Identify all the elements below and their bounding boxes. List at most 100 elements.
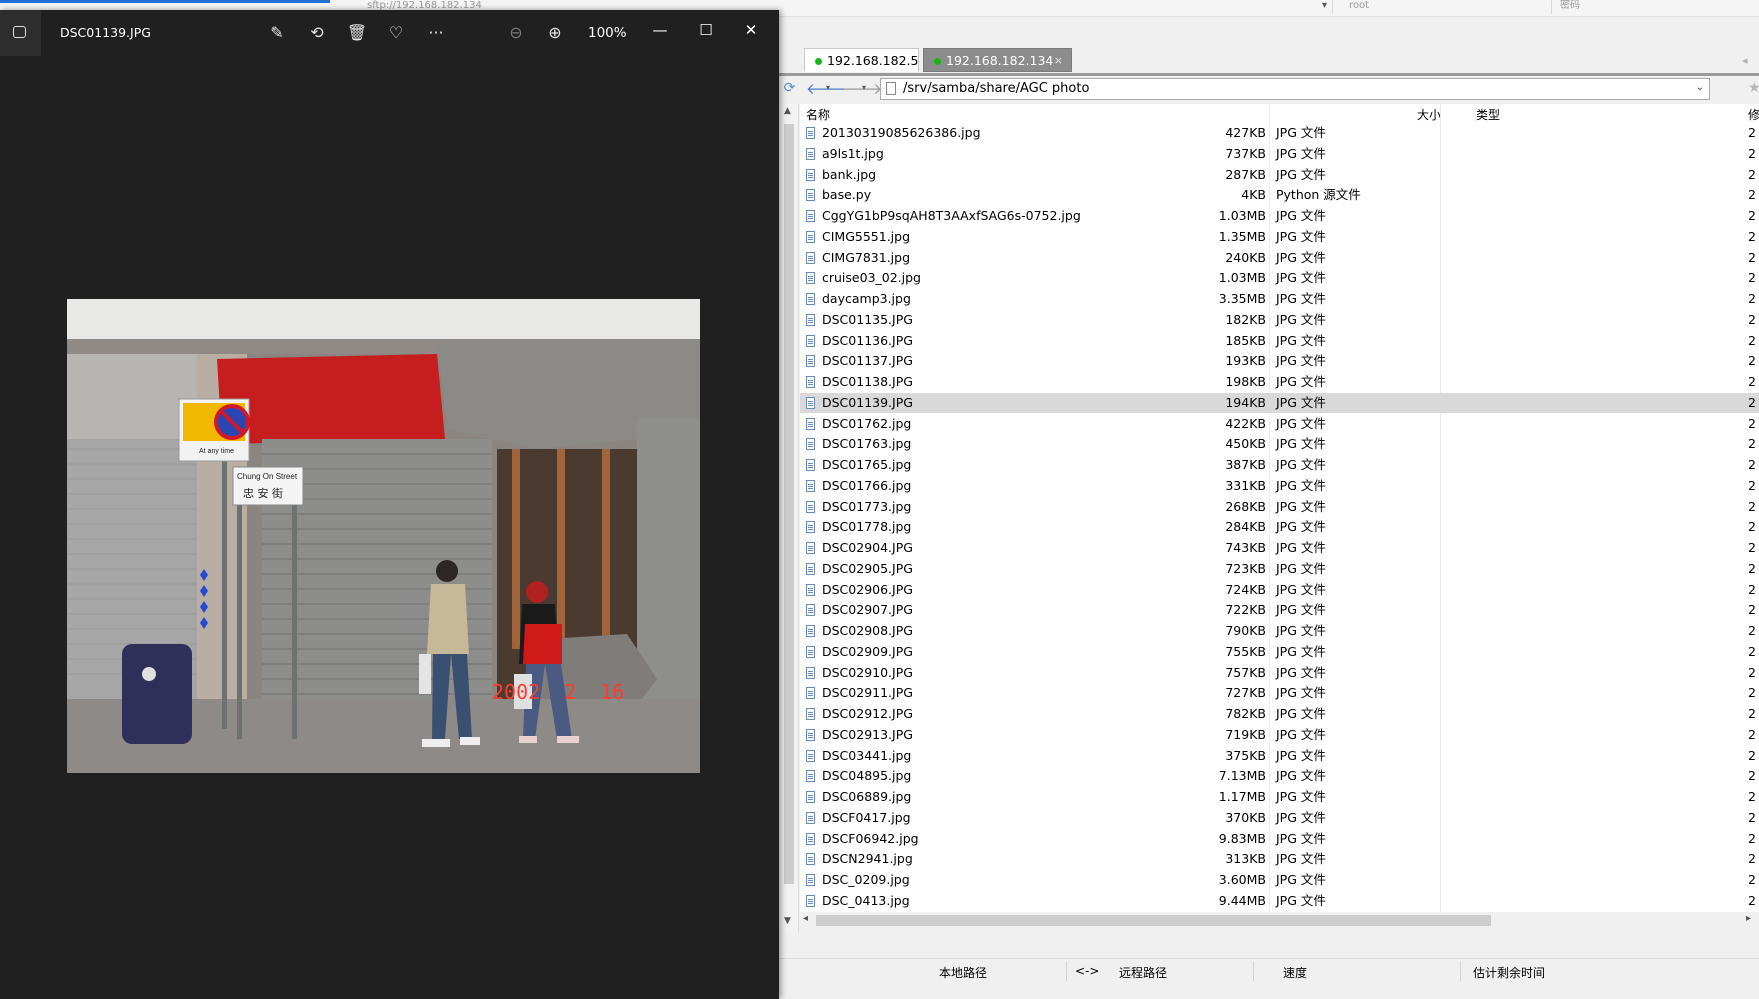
zoom-out-icon[interactable]: ⊖ bbox=[505, 22, 527, 44]
file-name[interactable]: DSC01137.JPG bbox=[822, 351, 913, 371]
table-row[interactable]: DSC03441.jpg 375KB JPG 文件 2 bbox=[800, 746, 1759, 766]
edit-image-icon[interactable]: ✎ bbox=[266, 22, 288, 44]
file-name[interactable]: DSC01138.JPG bbox=[822, 372, 913, 392]
zoom-level[interactable]: 100% bbox=[588, 25, 627, 41]
tab-close-icon[interactable]: × bbox=[1054, 49, 1063, 73]
file-name[interactable]: DSC01778.jpg bbox=[822, 517, 911, 537]
table-row[interactable]: daycamp3.jpg 3.35MB JPG 文件 2 bbox=[800, 289, 1759, 309]
back-dropdown-icon[interactable]: ▾ bbox=[826, 83, 830, 92]
file-name[interactable]: CggYG1bP9sqAH8T3AAxfSAG6s-0752.jpg bbox=[822, 206, 1081, 226]
table-row[interactable]: DSC02913.JPG 719KB JPG 文件 2 bbox=[800, 725, 1759, 745]
table-row[interactable]: DSC06889.jpg 1.17MB JPG 文件 2 bbox=[800, 787, 1759, 807]
file-name[interactable]: DSC06889.jpg bbox=[822, 787, 911, 807]
table-row[interactable]: bank.jpg 287KB JPG 文件 2 bbox=[800, 165, 1759, 185]
scroll-down-icon[interactable]: ▼ bbox=[784, 916, 791, 926]
file-name[interactable]: DSC_0413.jpg bbox=[822, 891, 910, 911]
file-name[interactable]: DSC02907.JPG bbox=[822, 600, 913, 620]
favorite-icon[interactable]: ♡ bbox=[385, 22, 407, 44]
table-row[interactable]: DSC02911.JPG 727KB JPG 文件 2 bbox=[800, 683, 1759, 703]
tab-session-2[interactable]: 192.168.182.134 × bbox=[923, 48, 1072, 72]
table-row[interactable]: DSC01763.jpg 450KB JPG 文件 2 bbox=[800, 434, 1759, 454]
queue-col-remote[interactable]: 远程路径 bbox=[1119, 964, 1167, 981]
table-row[interactable]: cruise03_02.jpg 1.03MB JPG 文件 2 bbox=[800, 268, 1759, 288]
file-name[interactable]: DSC01135.JPG bbox=[822, 310, 913, 330]
table-row[interactable]: CIMG5551.jpg 1.35MB JPG 文件 2 bbox=[800, 227, 1759, 247]
table-row[interactable]: DSC01138.JPG 198KB JPG 文件 2 bbox=[800, 372, 1759, 392]
file-name[interactable]: DSC01762.jpg bbox=[822, 414, 911, 434]
file-name[interactable]: CIMG7831.jpg bbox=[822, 248, 910, 268]
table-row[interactable]: DSCF06942.jpg 9.83MB JPG 文件 2 bbox=[800, 829, 1759, 849]
table-row[interactable]: DSCN2941.jpg 313KB JPG 文件 2 bbox=[800, 849, 1759, 869]
vertical-scrollbar[interactable]: ▲ ▼ bbox=[781, 104, 799, 932]
file-name[interactable]: DSC01773.jpg bbox=[822, 497, 911, 517]
path-input[interactable]: /srv/samba/share/AGC photo ⌄ bbox=[880, 78, 1710, 100]
path-text[interactable]: /srv/samba/share/AGC photo bbox=[903, 81, 1089, 96]
table-row[interactable]: DSC01135.JPG 182KB JPG 文件 2 bbox=[800, 310, 1759, 330]
file-name[interactable]: DSC01763.jpg bbox=[822, 434, 911, 454]
file-name[interactable]: DSCF0417.jpg bbox=[822, 808, 911, 828]
table-row[interactable]: DSC02905.JPG 723KB JPG 文件 2 bbox=[800, 559, 1759, 579]
table-row[interactable]: DSC02910.JPG 757KB JPG 文件 2 bbox=[800, 663, 1759, 683]
table-row[interactable]: DSC01773.jpg 268KB JPG 文件 2 bbox=[800, 497, 1759, 517]
file-name[interactable]: base.py bbox=[822, 185, 871, 205]
table-row[interactable]: DSC01139.JPG 194KB JPG 文件 2 bbox=[800, 392, 1759, 413]
file-name[interactable]: DSC02913.JPG bbox=[822, 725, 913, 745]
file-name[interactable]: DSC01765.jpg bbox=[822, 455, 911, 475]
table-row[interactable]: DSC_0209.jpg 3.60MB JPG 文件 2 bbox=[800, 870, 1759, 890]
file-name[interactable]: DSC02910.JPG bbox=[822, 663, 913, 683]
table-row[interactable]: DSC02906.JPG 724KB JPG 文件 2 bbox=[800, 580, 1759, 600]
delete-icon[interactable]: 🗑 bbox=[346, 22, 368, 44]
table-row[interactable]: DSC02907.JPG 722KB JPG 文件 2 bbox=[800, 600, 1759, 620]
bookmark-star-icon[interactable]: ★ bbox=[1748, 80, 1759, 96]
file-name[interactable]: DSCN2941.jpg bbox=[822, 849, 913, 869]
file-name[interactable]: daycamp3.jpg bbox=[822, 289, 911, 309]
file-name[interactable]: 20130319085626386.jpg bbox=[822, 123, 981, 143]
table-row[interactable]: 20130319085626386.jpg 427KB JPG 文件 2 bbox=[800, 123, 1759, 143]
file-name[interactable]: DSC01139.JPG bbox=[822, 393, 913, 413]
file-name[interactable]: CIMG5551.jpg bbox=[822, 227, 910, 247]
file-name[interactable]: DSC02906.JPG bbox=[822, 580, 913, 600]
file-name[interactable]: DSC01766.jpg bbox=[822, 476, 911, 496]
table-row[interactable]: DSC01765.jpg 387KB JPG 文件 2 bbox=[800, 455, 1759, 475]
table-row[interactable]: DSC01136.JPG 185KB JPG 文件 2 bbox=[800, 331, 1759, 351]
chevron-down-icon[interactable]: ⌄ bbox=[1696, 82, 1704, 93]
file-name[interactable]: a9ls1t.jpg bbox=[822, 144, 884, 164]
maximize-icon[interactable]: ☐ bbox=[690, 16, 722, 44]
tabs-scroll-left-icon[interactable]: ◂ bbox=[1742, 54, 1748, 67]
column-modified[interactable]: 修 bbox=[1748, 106, 1759, 123]
table-row[interactable]: DSC02912.JPG 782KB JPG 文件 2 bbox=[800, 704, 1759, 724]
dropdown-arrow-icon[interactable]: ▾ bbox=[1322, 0, 1327, 14]
table-row[interactable]: DSC01766.jpg 331KB JPG 文件 2 bbox=[800, 476, 1759, 496]
file-name[interactable]: DSC_0209.jpg bbox=[822, 870, 910, 890]
file-name[interactable]: DSC02911.JPG bbox=[822, 683, 913, 703]
file-list[interactable]: ^ 名称 大小 类型 修 20130319085626386.jpg 427KB J… bbox=[800, 104, 1759, 912]
photo-canvas[interactable]: At any time Chung On Street 忠 安 街 2002 2… bbox=[67, 299, 700, 773]
table-row[interactable]: DSC04895.jpg 7.13MB JPG 文件 2 bbox=[800, 766, 1759, 786]
scrollbar-thumb[interactable] bbox=[784, 124, 794, 884]
table-row[interactable]: DSC02904.JPG 743KB JPG 文件 2 bbox=[800, 538, 1759, 558]
file-name[interactable]: DSC01136.JPG bbox=[822, 331, 913, 351]
table-row[interactable]: DSC_0413.jpg 9.44MB JPG 文件 2 bbox=[800, 891, 1759, 911]
table-row[interactable]: base.py 4KB Python 源文件 2 bbox=[800, 185, 1759, 205]
tab-session-1[interactable]: 192.168.182.5 bbox=[804, 48, 919, 72]
queue-col-eta[interactable]: 估计剩余时间 bbox=[1473, 964, 1545, 981]
table-row[interactable]: DSCF0417.jpg 370KB JPG 文件 2 bbox=[800, 808, 1759, 828]
table-row[interactable]: DSC01137.JPG 193KB JPG 文件 2 bbox=[800, 351, 1759, 371]
scroll-right-icon[interactable]: ▸ bbox=[1746, 913, 1751, 924]
file-name[interactable]: bank.jpg bbox=[822, 165, 876, 185]
table-row[interactable]: DSC02909.JPG 755KB JPG 文件 2 bbox=[800, 642, 1759, 662]
table-row[interactable]: CggYG1bP9sqAH8T3AAxfSAG6s-0752.jpg 1.03MB… bbox=[800, 206, 1759, 226]
column-type[interactable]: 类型 bbox=[1476, 106, 1500, 123]
table-row[interactable]: CIMG7831.jpg 240KB JPG 文件 2 bbox=[800, 248, 1759, 268]
table-row[interactable]: DSC02908.JPG 790KB JPG 文件 2 bbox=[800, 621, 1759, 641]
table-row[interactable]: DSC01762.jpg 422KB JPG 文件 2 bbox=[800, 414, 1759, 434]
close-icon[interactable]: ✕ bbox=[735, 16, 767, 44]
file-name[interactable]: DSC02909.JPG bbox=[822, 642, 913, 662]
file-name[interactable]: DSC04895.jpg bbox=[822, 766, 911, 786]
column-size[interactable]: 大小 bbox=[1417, 106, 1441, 123]
file-name[interactable]: cruise03_02.jpg bbox=[822, 268, 921, 288]
scrollbar-thumb[interactable] bbox=[816, 915, 1491, 926]
forward-dropdown-icon[interactable]: ▾ bbox=[862, 83, 866, 92]
file-name[interactable]: DSC02904.JPG bbox=[822, 538, 913, 558]
more-icon[interactable]: ··· bbox=[425, 22, 447, 44]
